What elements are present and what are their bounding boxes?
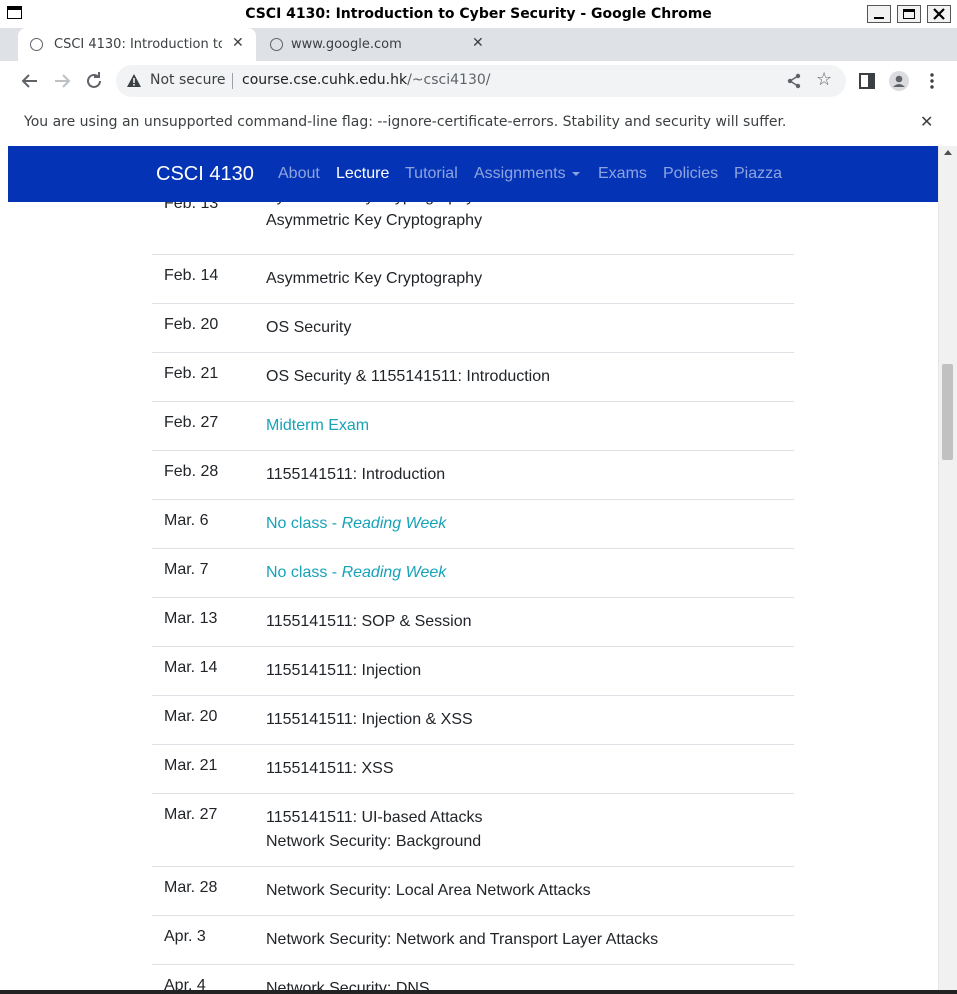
lecture-date: Feb. 20 [164,316,219,333]
scroll-up-icon[interactable] [944,150,952,155]
lecture-topic: Asymmetric Key Cryptography [266,270,483,287]
kebab-menu-icon[interactable] [922,71,942,91]
lecture-topic: Network Security: DNS [266,980,430,990]
nav-assignments-label: Assignments [474,165,566,182]
page-viewport: CSCI 4130 About Lecture Tutorial Assignm… [8,146,938,990]
nav-about[interactable]: About [278,165,320,183]
table-row: Mar. 28 Network Security: Local Area Net… [152,867,794,916]
tab-title: CSCI 4130: Introduction to Cyber Securit… [54,37,222,52]
close-icon[interactable]: ✕ [920,112,933,131]
separator [232,73,233,89]
nav-assignments[interactable]: Assignments [474,165,580,183]
warning-icon [127,74,141,87]
window-title: CSCI 4130: Introduction to Cyber Securit… [245,6,712,22]
browser-toolbar: Not secure course.cse.cuhk.edu.hk/~csci4… [0,61,957,102]
lecture-date: Mar. 28 [164,879,218,896]
table-row: Feb. 14 Asymmetric Key Cryptography [152,255,794,304]
table-row: Mar. 14 1155141511: Injection [152,647,794,696]
tab-close-button[interactable]: ✕ [232,35,244,51]
reload-icon[interactable] [82,69,106,93]
table-row: Mar. 27 1155141511: UI-based Attacks Netw… [152,794,794,867]
reading-week-link[interactable]: No class - Reading Week [266,561,446,585]
lecture-date: Mar. 27 [164,806,218,823]
url-path: /~csci4130/ [407,72,491,88]
globe-icon [270,38,283,51]
lecture-date: Mar. 7 [164,561,209,578]
security-status[interactable]: Not secure [150,72,226,88]
lecture-topic: OS Security [266,319,352,336]
back-arrow-icon[interactable] [18,69,42,93]
maximize-button[interactable] [897,5,921,23]
lecture-date: Feb. 28 [164,463,219,480]
lecture-topic: 1155141511: UI-based Attacks Network Secu… [266,809,483,850]
maximize-icon [903,9,915,19]
table-row: Apr. 3 Network Security: Network and Tra… [152,916,794,965]
window-titlebar: CSCI 4130: Introduction to Cyber Securit… [0,0,957,29]
page-scrollbar[interactable] [938,146,957,990]
table-row: Mar. 13 1155141511: SOP & Session [152,598,794,647]
close-icon [933,8,945,20]
lecture-date: Mar. 14 [164,659,218,676]
lecture-date: Feb. 14 [164,267,219,284]
lecture-topic: 1155141511: Introduction [266,466,446,483]
lecture-date: Mar. 21 [164,757,218,774]
nav-lecture[interactable]: Lecture [336,165,389,183]
minimize-button[interactable] [867,5,891,23]
share-icon[interactable] [786,73,802,89]
scrollbar-thumb[interactable] [942,364,953,460]
table-row: Feb. 21 OS Security & 1155141511: Introd… [152,353,794,402]
tab-strip: CSCI 4130: Introduction to Cyber Securit… [0,28,957,81]
profile-icon[interactable] [889,71,909,91]
lecture-topic: 1155141511: Injection & XSS [266,711,473,728]
side-panel-icon[interactable] [857,71,877,91]
nav-policies[interactable]: Policies [663,165,718,183]
lecture-topic: 1155141511: XSS [266,760,394,777]
table-row: Feb. 28 1155141511: Introduction [152,451,794,500]
site-brand[interactable]: CSCI 4130 [156,163,254,186]
table-row: Mar. 20 1155141511: Injection & XSS [152,696,794,745]
table-row: Mar. 6 No class - Reading Week [152,500,794,549]
bottom-edge [0,990,957,994]
lecture-topic: 1155141511: Injection [266,662,422,679]
tab-csci4130[interactable]: CSCI 4130: Introduction to Cyber Securit… [18,28,256,61]
star-icon[interactable]: ☆ [816,69,832,90]
lecture-topic: OS Security & 1155141511: Introduction [266,368,551,385]
lecture-date: Feb. 27 [164,414,219,431]
lecture-topic: Network Security: Local Area Network Att… [266,882,591,899]
url-host: course.cse.cuhk.edu.hk [242,72,408,88]
lecture-date: Mar. 6 [164,512,209,529]
url-text[interactable]: course.cse.cuhk.edu.hk/~csci4130/ [242,72,490,88]
lecture-topic: Network Security: Network and Transport … [266,931,659,948]
warning-infobar: You are using an unsupported command-lin… [0,101,957,147]
lecture-date: Mar. 13 [164,610,218,627]
nav-tutorial[interactable]: Tutorial [405,165,458,183]
infobar-message: You are using an unsupported command-lin… [24,114,787,130]
globe-icon [30,38,43,51]
lecture-date: Apr. 3 [164,928,206,945]
tab-close-button[interactable]: ✕ [472,35,484,51]
caret-down-icon [571,171,580,176]
nav-piazza[interactable]: Piazza [734,165,782,183]
close-window-button[interactable] [927,5,951,23]
nav-exams[interactable]: Exams [598,165,647,183]
table-row: Apr. 4 Network Security: DNS [152,965,794,990]
table-row-divider [152,206,794,255]
tab-title: www.google.com [291,37,402,52]
tab-google[interactable]: www.google.com ✕ [258,28,496,61]
table-row: Feb. 20 OS Security [152,304,794,353]
address-bar[interactable]: Not secure course.cse.cuhk.edu.hk/~csci4… [116,65,846,97]
lecture-topic: 1155141511: SOP & Session [266,613,472,630]
midterm-exam-link[interactable]: Midterm Exam [266,414,369,438]
table-row: Mar. 21 1155141511: XSS [152,745,794,794]
forward-arrow-icon[interactable] [50,69,74,93]
site-navbar: CSCI 4130 About Lecture Tutorial Assignm… [8,146,938,202]
minimize-icon [874,17,884,19]
table-row: Feb. 27 Midterm Exam [152,402,794,451]
lecture-date: Mar. 20 [164,708,218,725]
lecture-date: Apr. 4 [164,977,206,990]
lecture-date: Feb. 21 [164,365,219,382]
table-row: Mar. 7 No class - Reading Week [152,549,794,598]
reading-week-link[interactable]: No class - Reading Week [266,512,446,536]
